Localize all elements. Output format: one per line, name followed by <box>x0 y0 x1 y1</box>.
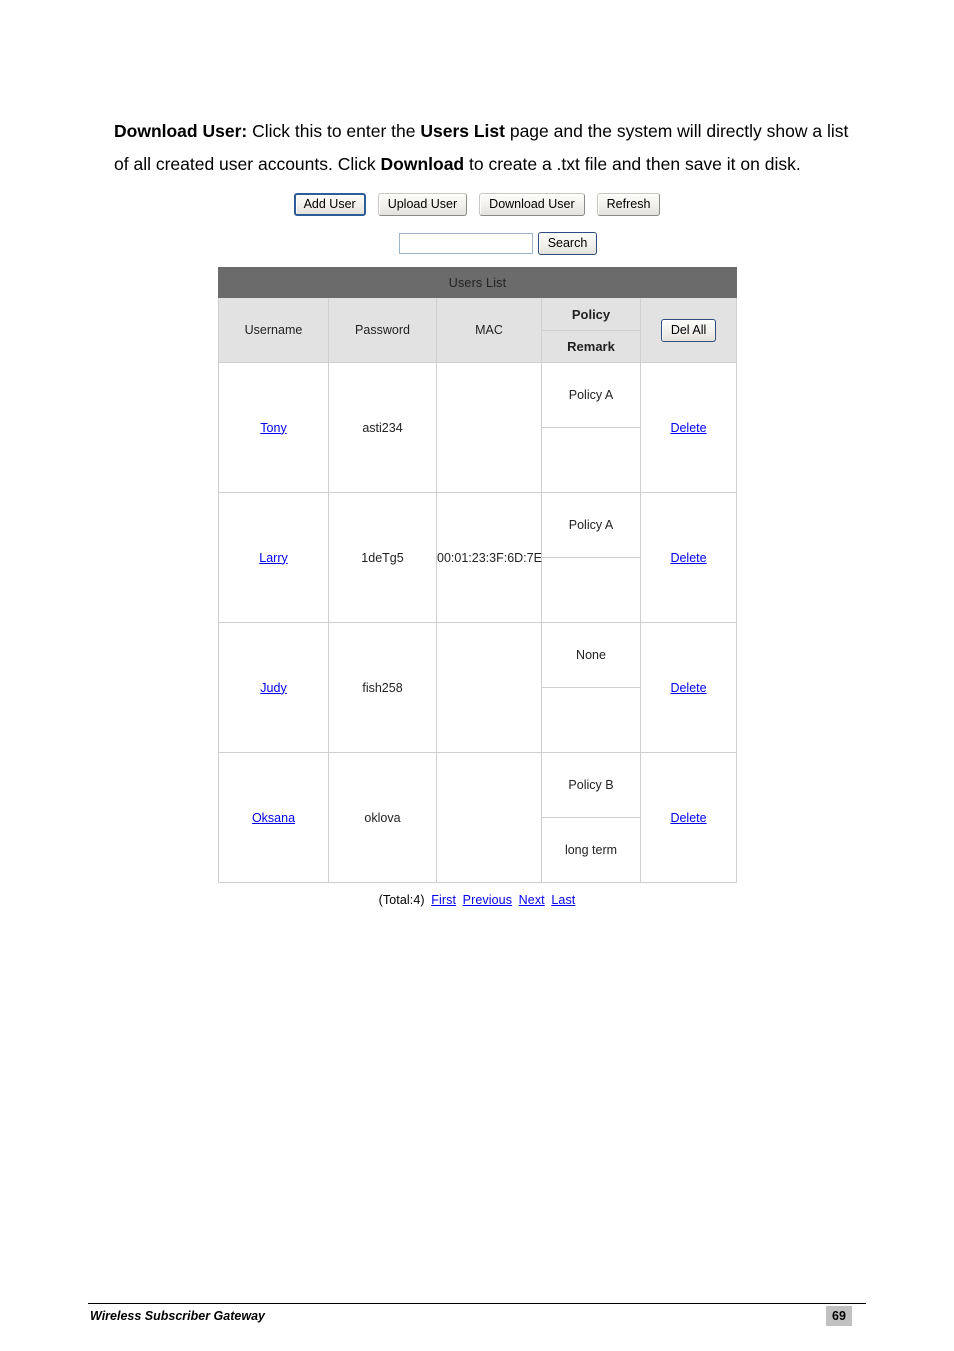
pagination-next-link[interactable]: Next <box>519 893 545 907</box>
policy-remark-stack: Policy A <box>542 363 640 492</box>
add-user-button[interactable]: Add User <box>293 192 366 216</box>
column-header-username: Username <box>218 297 329 363</box>
cell-password: oklova <box>328 752 437 883</box>
table-row: Judy fish258 None Delete <box>218 622 738 753</box>
cell-policy: Policy A <box>542 493 640 558</box>
cell-remark: long term <box>564 843 618 857</box>
cell-username: Oksana <box>218 752 329 883</box>
cell-policy-remark: Policy B long term <box>541 752 641 883</box>
cell-remark <box>542 428 640 493</box>
del-all-button[interactable]: Del All <box>660 318 717 342</box>
footer-divider <box>88 1303 866 1304</box>
column-header-actions: Del All <box>639 297 738 363</box>
column-header-policy: Policy <box>542 298 640 331</box>
policy-remark-stack: Policy A <box>542 493 640 622</box>
username-link[interactable]: Tony <box>260 421 286 435</box>
search-bar: Search <box>218 232 736 255</box>
delete-link[interactable]: Delete <box>670 551 706 565</box>
cell-action: Delete <box>639 492 738 623</box>
column-header-policy-remark: Policy Remark <box>541 297 641 363</box>
table-title-row: Users List <box>217 267 738 298</box>
delete-link[interactable]: Delete <box>670 421 706 435</box>
column-header-mac: MAC <box>436 297 542 363</box>
paragraph-emphasis-download: Download <box>380 153 465 174</box>
table-row: Oksana oklova Policy B long term Delete <box>218 752 738 883</box>
cell-password: 1deTg5 <box>328 492 437 623</box>
column-header-remark: Remark <box>567 338 615 354</box>
cell-mac <box>436 622 542 753</box>
paragraph-lead-label: Download User: <box>114 120 248 141</box>
cell-username: Judy <box>218 622 329 753</box>
search-input[interactable] <box>398 233 533 254</box>
delete-link[interactable]: Delete <box>670 811 706 825</box>
cell-policy-remark: Policy A <box>541 362 641 493</box>
users-toolbar: Add User Upload User Download User Refre… <box>218 182 736 218</box>
cell-policy-remark: Policy A <box>541 492 641 623</box>
users-list-panel: Add User Upload User Download User Refre… <box>217 182 738 907</box>
refresh-button[interactable]: Refresh <box>596 192 661 216</box>
delete-link[interactable]: Delete <box>670 681 706 695</box>
cell-policy: None <box>542 623 640 688</box>
cell-policy-remark: None <box>541 622 641 753</box>
cell-mac <box>436 362 542 493</box>
search-button[interactable]: Search <box>537 232 598 255</box>
pagination-last-link[interactable]: Last <box>551 893 575 907</box>
pagination-total: (Total:4) <box>378 893 425 907</box>
paragraph-text-1: Click this to enter the <box>247 120 421 141</box>
cell-remark <box>542 558 640 623</box>
paragraph-emphasis-users-list: Users List <box>420 120 505 141</box>
cell-username: Tony <box>218 362 329 493</box>
cell-remark <box>542 688 640 753</box>
policy-remark-stack: Policy Remark <box>542 298 640 362</box>
upload-user-button[interactable]: Upload User <box>377 192 468 216</box>
policy-remark-stack: None <box>542 623 640 752</box>
username-link[interactable]: Oksana <box>252 811 295 825</box>
column-header-password: Password <box>328 297 437 363</box>
cell-action: Delete <box>639 362 738 493</box>
cell-action: Delete <box>639 622 738 753</box>
policy-remark-stack: Policy B long term <box>542 753 640 882</box>
table-header-row: Username Password MAC Policy Remark Del … <box>218 297 738 363</box>
cell-action: Delete <box>639 752 738 883</box>
cell-policy: Policy A <box>542 363 640 428</box>
table-row: Tony asti234 Policy A Delete <box>218 362 738 493</box>
download-user-button[interactable]: Download User <box>479 192 585 216</box>
cell-mac: 00:01:23:3F:6D:7E <box>436 492 542 623</box>
cell-policy: Policy B <box>542 753 640 818</box>
pagination: (Total:4) First Previous Next Last <box>218 883 736 907</box>
pagination-first-link[interactable]: First <box>431 893 456 907</box>
page-body-paragraph: Download User: Click this to enter the U… <box>114 115 864 181</box>
cell-password: fish258 <box>328 622 437 753</box>
table-title: Users List <box>217 267 738 298</box>
cell-username: Larry <box>218 492 329 623</box>
paragraph-text-3: to create a .txt file and then save it o… <box>464 153 801 174</box>
cell-password: asti234 <box>328 362 437 493</box>
pagination-previous-link[interactable]: Previous <box>463 893 512 907</box>
username-link[interactable]: Larry <box>259 551 287 565</box>
username-link[interactable]: Judy <box>260 681 286 695</box>
footer-title: Wireless Subscriber Gateway <box>90 1309 265 1323</box>
table-row: Larry 1deTg5 00:01:23:3F:6D:7E Policy A … <box>218 492 738 623</box>
users-list-table: Users List Username Password MAC Policy … <box>217 267 738 883</box>
footer-page-number: 69 <box>826 1306 852 1326</box>
cell-mac <box>436 752 542 883</box>
